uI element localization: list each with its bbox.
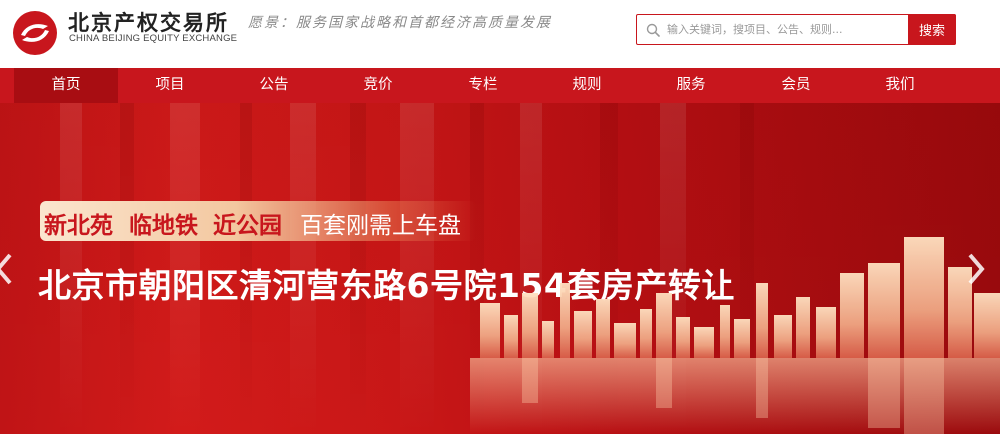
nav-item-rules[interactable]: 规则 [535,68,639,103]
site-header: 北京产权交易所 CHINA BEIJING EQUITY EXCHANGE 愿景… [0,0,1000,68]
nav-item-about[interactable]: 我们 [848,68,952,103]
nav-item-announcements[interactable]: 公告 [222,68,326,103]
search-bar: 搜索 [636,14,956,45]
nav-item-columns[interactable]: 专栏 [431,68,535,103]
nav-item-projects[interactable]: 项目 [118,68,222,103]
nav-item-services[interactable]: 服务 [639,68,743,103]
search-input[interactable] [667,16,905,43]
vision-slogan: 愿景：服务国家战略和首都经济高质量发展 [248,15,552,31]
chevron-right-icon[interactable] [962,249,990,289]
bjex-logo-icon[interactable] [12,10,58,56]
nav-item-bidding[interactable]: 竞价 [326,68,430,103]
banner-tag-2: 临地铁 [129,213,198,239]
nav-item-members[interactable]: 会员 [744,68,848,103]
chevron-left-icon[interactable] [0,249,18,289]
brand-name-en: CHINA BEIJING EQUITY EXCHANGE [69,33,238,44]
banner-tag-4: 百套刚需上车盘 [300,213,461,239]
city-skyline-image [470,237,1000,434]
banner-tag-1: 新北苑 [44,213,113,239]
search-icon [646,23,660,37]
banner-tag-3: 近公园 [213,213,282,239]
search-button[interactable]: 搜索 [908,14,956,45]
main-nav: 首页 项目 公告 竞价 专栏 规则 服务 会员 我们 [0,68,1000,103]
nav-item-home[interactable]: 首页 [14,68,118,103]
hero-banner[interactable]: 新北苑 临地铁 近公园 百套刚需上车盘 北京市朝阳区清河营东路6号院154套房产… [0,103,1000,434]
